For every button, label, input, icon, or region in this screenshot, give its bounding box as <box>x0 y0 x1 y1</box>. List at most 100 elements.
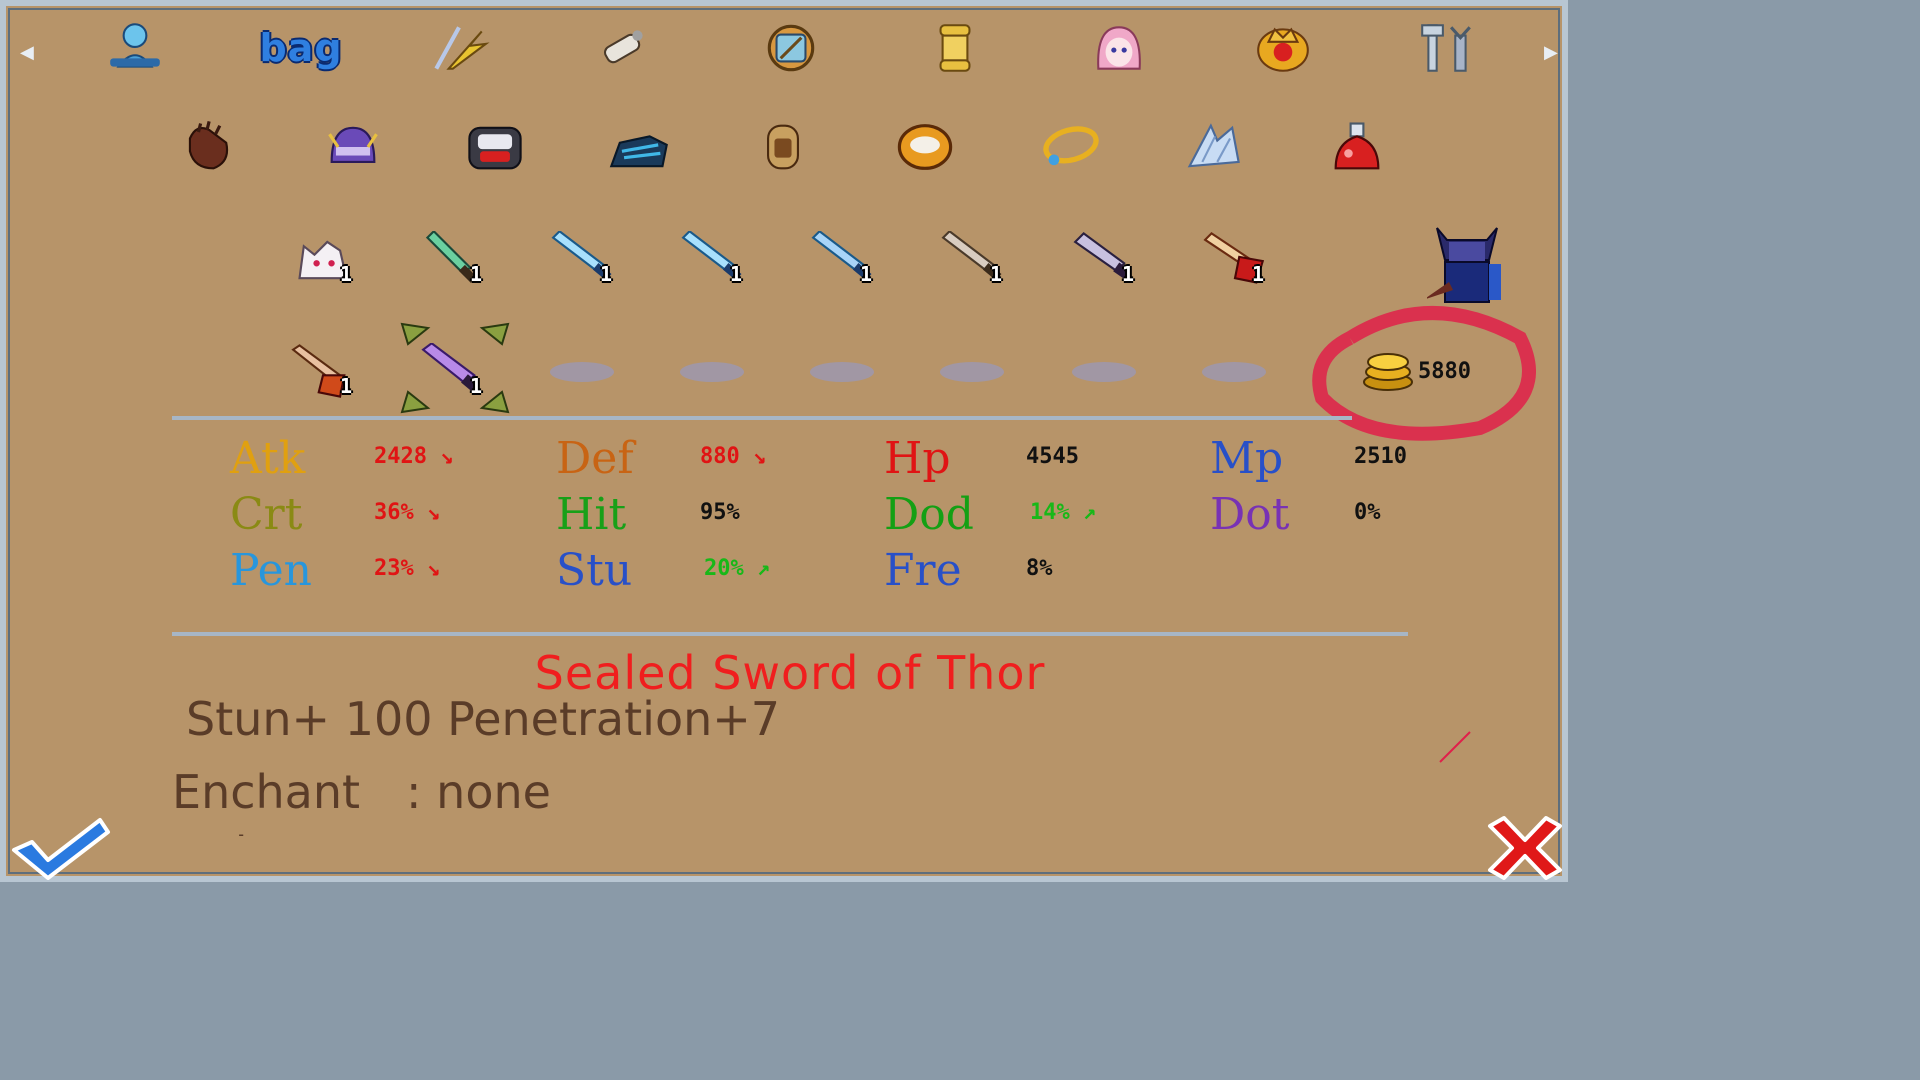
inventory-slot[interactable]: 1 <box>418 228 488 290</box>
inventory-slot[interactable]: 1 <box>1200 228 1270 290</box>
inventory-slot[interactable]: 1 <box>938 228 1008 290</box>
necklace-icon <box>1043 126 1099 166</box>
checkmark-icon <box>12 818 110 880</box>
crown-icon <box>1257 27 1309 72</box>
character-tab[interactable] <box>100 18 170 78</box>
stat-label-dod: Dod <box>884 489 974 540</box>
bag-tab[interactable]: bag <box>246 18 356 78</box>
selection-cursor-icon <box>400 322 510 414</box>
stat-value-atk: 2428 ↘ <box>374 444 454 469</box>
item-quantity: 1 <box>339 262 352 286</box>
stat-value-mp: 2510 <box>1354 444 1407 469</box>
stat-value-stu: 20% ↗ <box>704 556 771 581</box>
stat-label-hp: Hp <box>884 433 951 484</box>
stat-value-crt: 36% ↘ <box>374 500 441 525</box>
empty-slot[interactable] <box>1202 362 1266 382</box>
glove-icon <box>188 121 229 170</box>
equip-slot-helmet[interactable] <box>318 116 388 178</box>
empty-slot[interactable] <box>940 362 1004 382</box>
stat-label-atk: Atk <box>230 433 306 484</box>
pet-tab[interactable] <box>1084 18 1154 78</box>
down-arrow-icon: ↘ <box>427 500 441 525</box>
stat-label-crt: Crt <box>230 489 303 540</box>
stat-label-pen: Pen <box>230 545 313 596</box>
quest-tab[interactable] <box>920 18 990 78</box>
guild-tab[interactable] <box>1248 18 1318 78</box>
tools-icon <box>1421 24 1471 72</box>
divider-top <box>172 416 1352 420</box>
close-button[interactable] <box>1482 814 1568 882</box>
confirm-button[interactable] <box>10 814 112 882</box>
helmet-icon <box>328 126 378 163</box>
bag-tab-label: bag <box>259 26 343 70</box>
empty-slot[interactable] <box>1072 362 1136 382</box>
scroll-left-arrow-icon[interactable]: ◀ <box>20 42 34 63</box>
gold-coin-stack-icon <box>1363 353 1413 391</box>
inventory-slot[interactable]: 1 <box>1070 228 1140 290</box>
inventory-slot[interactable]: 1 <box>288 340 358 402</box>
red-stroke-annotation <box>1439 731 1471 763</box>
inventory-slot[interactable]: 1 <box>288 228 358 290</box>
stat-label-stu: Stu <box>556 545 633 596</box>
item-quantity: 1 <box>599 262 612 286</box>
item-details-scroll[interactable]: Enchant : none Hole1 : none <box>172 752 1272 836</box>
empty-slot[interactable] <box>550 362 614 382</box>
item-quantity: 1 <box>1121 262 1134 286</box>
shield-icon <box>767 124 799 170</box>
stat-value-dot: 0% <box>1354 500 1381 525</box>
equip-slot-ring[interactable] <box>890 116 960 178</box>
equip-slot-potion[interactable] <box>1322 116 1392 178</box>
scroll-tab[interactable] <box>588 18 658 78</box>
scroll-icon <box>603 30 643 64</box>
close-x-icon <box>1488 816 1562 880</box>
scroll-right-arrow-icon[interactable]: ▶ <box>1544 42 1558 63</box>
stat-label-fre: Fre <box>884 545 962 596</box>
item-quantity: 1 <box>859 262 872 286</box>
skills-tab[interactable] <box>424 18 494 78</box>
stat-value-hp: 4545 <box>1026 444 1079 469</box>
stat-value-pen: 23% ↘ <box>374 556 441 581</box>
inventory-slot[interactable]: 1 <box>548 228 618 290</box>
down-arrow-icon: ↘ <box>753 444 767 469</box>
item-hole-line: Hole1 : none <box>172 818 496 836</box>
equip-slot-shield[interactable] <box>748 116 818 178</box>
divider-bottom <box>172 632 1408 636</box>
potion-icon <box>1334 122 1380 170</box>
skill-blades-icon <box>434 26 490 70</box>
inventory-slot[interactable]: 1 <box>808 228 878 290</box>
up-arrow-icon: ↗ <box>757 556 771 581</box>
down-arrow-icon: ↘ <box>427 556 441 581</box>
item-quantity: 1 <box>1251 262 1264 286</box>
inventory-slot[interactable]: 1 <box>678 228 748 290</box>
stat-label-hit: Hit <box>556 489 627 540</box>
equip-slot-armor[interactable] <box>460 116 530 178</box>
ring-icon <box>897 124 953 170</box>
empty-slot[interactable] <box>810 362 874 382</box>
stat-value-def: 880 ↘ <box>700 444 767 469</box>
inventory-window: ◀ bag ▶ 1 1 1 1 1 1 1 1 1 1 5880 Atk 242… <box>0 0 1568 882</box>
wings-icon <box>1187 123 1240 168</box>
equip-slot-wings[interactable] <box>1178 116 1248 178</box>
equip-slot-necklace[interactable] <box>1036 116 1106 178</box>
tab-bar: ◀ bag ▶ <box>20 14 1560 78</box>
armor-icon <box>468 126 522 170</box>
stat-value-dod: 14% ↗ <box>1030 500 1097 525</box>
map-icon <box>767 24 815 72</box>
down-arrow-icon: ↘ <box>440 444 454 469</box>
item-quantity: 1 <box>989 262 1002 286</box>
stat-label-def: Def <box>556 433 634 484</box>
gold-amount: 5880 <box>1418 359 1471 384</box>
item-quantity: 1 <box>729 262 742 286</box>
map-tab[interactable] <box>756 18 826 78</box>
equip-slot-glove[interactable] <box>172 116 242 178</box>
character-icon <box>110 23 160 68</box>
empty-slot[interactable] <box>680 362 744 382</box>
quest-scroll-icon <box>939 24 971 72</box>
stat-label-dot: Dot <box>1210 489 1290 540</box>
item-bonus-line: Stun+ 100 Penetration+7 <box>186 692 781 746</box>
settings-tab[interactable] <box>1412 18 1482 78</box>
equip-slot-boots[interactable] <box>604 116 674 178</box>
stat-label-mp: Mp <box>1210 433 1284 484</box>
up-arrow-icon: ↗ <box>1083 500 1097 525</box>
stat-value-hit: 95% <box>700 500 740 525</box>
